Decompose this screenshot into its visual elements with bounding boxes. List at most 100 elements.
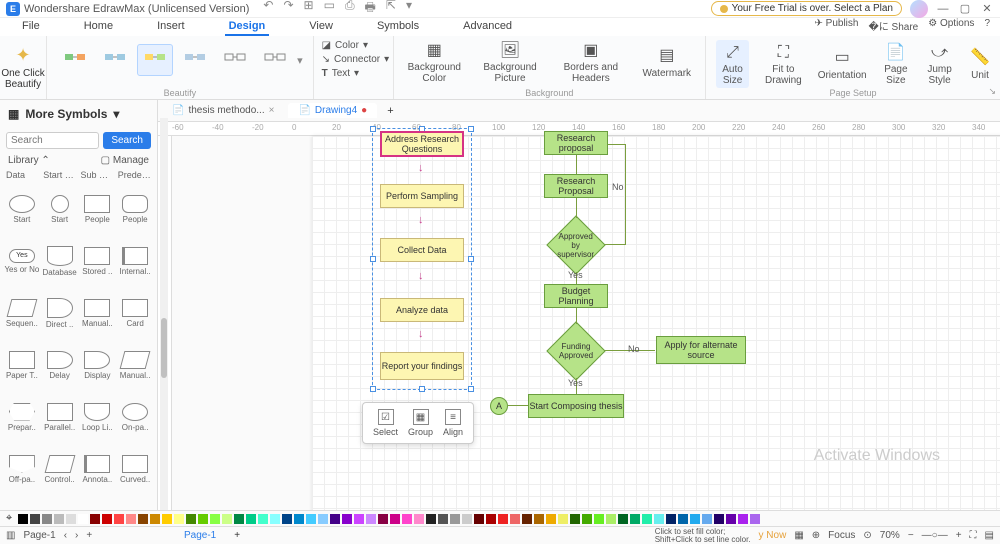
swatch[interactable] xyxy=(402,514,412,524)
add-page-icon[interactable]: + xyxy=(234,530,240,541)
layers-icon[interactable]: ▦ xyxy=(794,530,803,541)
category-tabs[interactable]: DataStart or..Sub Pro..Predefi.. xyxy=(0,168,157,182)
node-research-proposal-1[interactable]: Research proposal xyxy=(544,131,608,155)
swatch[interactable] xyxy=(510,514,520,524)
node-address-questions[interactable]: Address Research Questions xyxy=(380,131,464,157)
buynow-fragment[interactable]: y Now xyxy=(759,530,787,541)
swatch[interactable] xyxy=(522,514,532,524)
swatch[interactable] xyxy=(606,514,616,524)
shape-card[interactable]: Card xyxy=(117,288,153,338)
target-icon[interactable]: ⊕ xyxy=(812,530,820,541)
node-start-composing[interactable]: Start Composing thesis xyxy=(528,394,624,418)
shape-sequen[interactable]: Sequen.. xyxy=(4,288,40,338)
tab-thesis[interactable]: 📄thesis methodo...× xyxy=(162,103,284,118)
swatch[interactable] xyxy=(102,514,112,524)
shape-direct[interactable]: Direct .. xyxy=(42,288,78,338)
swatch[interactable] xyxy=(330,514,340,524)
nav-right-icon[interactable]: › xyxy=(75,530,78,541)
shape-prepar[interactable]: Prepar.. xyxy=(4,392,40,442)
swatch[interactable] xyxy=(30,514,40,524)
connector-dropdown[interactable]: ↘Connector ▾ xyxy=(322,54,385,65)
swatch[interactable] xyxy=(390,514,400,524)
swatch[interactable] xyxy=(258,514,268,524)
node-report-findings[interactable]: Report your findings xyxy=(380,352,464,380)
node-perform-sampling[interactable]: Perform Sampling xyxy=(380,184,464,208)
menu-home[interactable]: Home xyxy=(80,18,117,34)
node-apply-alternate[interactable]: Apply for alternate source xyxy=(656,336,746,364)
swatch[interactable] xyxy=(150,514,160,524)
swatch[interactable] xyxy=(234,514,244,524)
preset-1[interactable] xyxy=(57,44,93,76)
orientation-button[interactable]: ▭Orientation xyxy=(818,48,867,81)
add-page-icon[interactable]: + xyxy=(86,530,92,541)
node-connector-a[interactable]: A xyxy=(490,397,508,415)
user-avatar[interactable] xyxy=(910,0,928,18)
shape-parallel[interactable]: Parallel.. xyxy=(42,392,78,442)
dropdown-icon[interactable]: ▾ xyxy=(113,107,119,121)
search-input[interactable] xyxy=(6,132,99,149)
swatch[interactable] xyxy=(702,514,712,524)
shape-offpa[interactable]: Off-pa.. xyxy=(4,444,40,494)
zoom-reset-icon[interactable]: ⊙ xyxy=(863,530,871,541)
shape-control[interactable]: Control.. xyxy=(42,444,78,494)
oneclick-beautify[interactable]: ✦ One Click Beautify xyxy=(0,36,47,99)
maximize-icon[interactable]: ▢ xyxy=(958,2,972,16)
zoom-slider[interactable]: —○— xyxy=(922,530,948,541)
swatch[interactable] xyxy=(42,514,52,524)
preset-5[interactable] xyxy=(217,44,253,76)
menu-design[interactable]: Design xyxy=(225,18,270,36)
shape-yesorno[interactable]: YesYes or No xyxy=(4,236,40,286)
swatch[interactable] xyxy=(246,514,256,524)
borders-button[interactable]: ▣Borders and Headers xyxy=(559,40,622,84)
swatch[interactable] xyxy=(678,514,688,524)
shape-delay[interactable]: Delay xyxy=(42,340,78,390)
close-tab-icon[interactable]: × xyxy=(269,105,275,116)
shape-people[interactable]: People xyxy=(117,184,153,234)
node-research-proposal-2[interactable]: Research Proposal xyxy=(544,174,608,198)
swatch[interactable] xyxy=(750,514,760,524)
swatch[interactable] xyxy=(498,514,508,524)
swatch[interactable] xyxy=(282,514,292,524)
swatch[interactable] xyxy=(570,514,580,524)
swatch[interactable] xyxy=(222,514,232,524)
tab-drawing4[interactable]: 📄Drawing4● xyxy=(288,103,377,118)
swatch[interactable] xyxy=(66,514,76,524)
swatch[interactable] xyxy=(714,514,724,524)
swatch[interactable] xyxy=(642,514,652,524)
swatch[interactable] xyxy=(90,514,100,524)
export-icon[interactable]: ⇱ xyxy=(386,0,396,19)
pagesize-button[interactable]: 📄Page Size xyxy=(883,42,910,86)
swatch[interactable] xyxy=(198,514,208,524)
swatch[interactable] xyxy=(462,514,472,524)
swatch[interactable] xyxy=(210,514,220,524)
shape-stored[interactable]: Stored .. xyxy=(80,236,116,286)
swatch[interactable] xyxy=(306,514,316,524)
menu-file[interactable]: File xyxy=(18,18,44,34)
swatch[interactable] xyxy=(294,514,304,524)
swatch[interactable] xyxy=(486,514,496,524)
swatch[interactable] xyxy=(618,514,628,524)
shape-onpa[interactable]: On-pa.. xyxy=(117,392,153,442)
focus-button[interactable]: Focus xyxy=(828,530,855,541)
share-button[interactable]: �に Share xyxy=(868,18,918,33)
menu-symbols[interactable]: Symbols xyxy=(373,18,423,34)
node-analyze-data[interactable]: Analyze data xyxy=(380,298,464,322)
preset-3[interactable] xyxy=(137,44,173,76)
swatch[interactable] xyxy=(162,514,172,524)
page-tab-1[interactable]: Page-1 xyxy=(174,529,226,542)
swatch[interactable] xyxy=(366,514,376,524)
swatch[interactable] xyxy=(186,514,196,524)
shape-start[interactable]: Start xyxy=(4,184,40,234)
node-funding-approved[interactable]: Funding Approved xyxy=(546,321,605,380)
swatch[interactable] xyxy=(174,514,184,524)
swatch[interactable] xyxy=(342,514,352,524)
more-qa-icon[interactable]: ▾ xyxy=(406,0,412,19)
swatch[interactable] xyxy=(630,514,640,524)
swatch[interactable] xyxy=(594,514,604,524)
open-icon[interactable]: ▭ xyxy=(324,0,335,19)
fullscreen-icon[interactable]: ⛶ xyxy=(970,530,977,541)
panels-icon[interactable]: ▤ xyxy=(985,530,994,541)
swatch[interactable] xyxy=(534,514,544,524)
shape-manual[interactable]: Manual.. xyxy=(117,340,153,390)
pagesetup-launcher-icon[interactable]: ↘ xyxy=(988,86,996,97)
